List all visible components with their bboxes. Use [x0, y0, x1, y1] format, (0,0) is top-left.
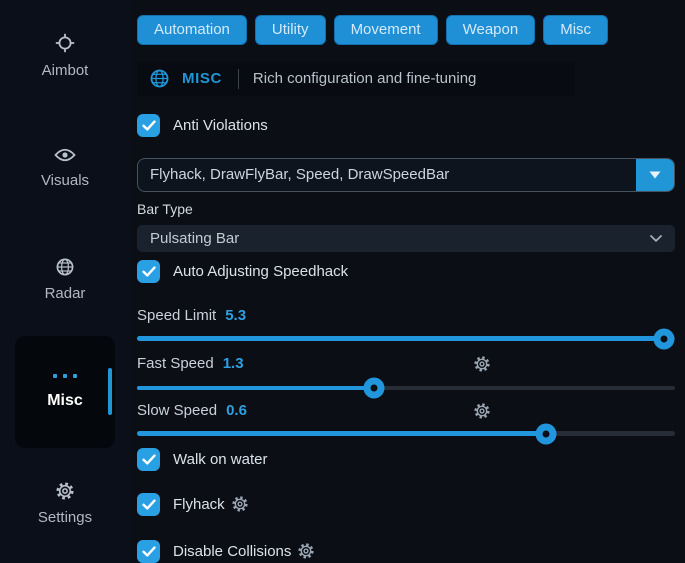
flyhack-gear-icon[interactable]	[232, 496, 248, 512]
check-icon	[142, 499, 156, 510]
sidebar-selected-card[interactable]: Misc	[15, 336, 115, 448]
tab-bar: Automation Utility Movement Weapon Misc	[137, 15, 675, 45]
slider-thumb[interactable]	[363, 378, 384, 399]
sidebar-item-label: Settings	[38, 509, 92, 526]
fast-speed-value: 1.3	[223, 355, 244, 372]
speed-limit-value: 5.3	[225, 307, 246, 324]
sidebar: Aimbot Visuals Radar Misc	[0, 0, 130, 563]
bar-flags-value: Flyhack, DrawFlyBar, Speed, DrawSpeedBar	[138, 159, 636, 192]
sidebar-item-settings[interactable]: Settings	[0, 448, 130, 560]
bar-type-label: Bar Type	[137, 201, 675, 217]
fast-speed-header: Fast Speed 1.3	[137, 355, 675, 372]
gear-icon	[56, 482, 74, 500]
tab-movement[interactable]: Movement	[334, 15, 438, 45]
sidebar-item-label: Aimbot	[42, 62, 89, 79]
check-icon	[142, 266, 156, 277]
anti-violations-row: Anti Violations	[137, 114, 675, 137]
bar-type-value: Pulsating Bar	[150, 230, 239, 247]
walk-on-water-checkbox[interactable]	[137, 448, 160, 471]
fast-speed-gear-icon[interactable]	[474, 356, 490, 372]
slider-thumb[interactable]	[535, 423, 556, 444]
disable-collisions-row: Disable Collisions	[137, 540, 675, 563]
disable-collisions-label: Disable Collisions	[173, 543, 291, 560]
flyhack-checkbox[interactable]	[137, 493, 160, 516]
slow-speed-value: 0.6	[226, 402, 247, 419]
slider-fill	[137, 336, 664, 341]
anti-violations-checkbox[interactable]	[137, 114, 160, 137]
app-window: Aimbot Visuals Radar Misc	[0, 0, 685, 563]
slider-thumb[interactable]	[654, 328, 675, 349]
tab-utility[interactable]: Utility	[255, 15, 326, 45]
ellipsis-icon	[53, 374, 77, 378]
globe-icon	[56, 258, 74, 276]
divider	[238, 69, 239, 89]
slider-fill	[137, 431, 546, 436]
sidebar-item-visuals[interactable]: Visuals	[0, 112, 130, 224]
fast-speed-label: Fast Speed	[137, 355, 214, 372]
walk-on-water-label: Walk on water	[173, 451, 267, 468]
auto-adjusting-speedhack-label: Auto Adjusting Speedhack	[173, 263, 348, 280]
eye-icon	[54, 147, 76, 163]
walk-on-water-row: Walk on water	[137, 448, 675, 471]
auto-adjusting-speedhack-checkbox[interactable]	[137, 260, 160, 283]
speed-limit-slider[interactable]	[137, 336, 675, 341]
tab-weapon[interactable]: Weapon	[446, 15, 536, 45]
section-subtitle: Rich configuration and fine-tuning	[253, 70, 476, 87]
triangle-down-icon	[649, 171, 661, 179]
tab-automation[interactable]: Automation	[137, 15, 247, 45]
speed-limit-header: Speed Limit 5.3	[137, 307, 675, 324]
sidebar-item-label: Visuals	[41, 172, 89, 189]
main-panel: Automation Utility Movement Weapon Misc …	[130, 0, 685, 563]
sidebar-item-misc[interactable]: Misc	[0, 336, 130, 448]
section-header: MISC Rich configuration and fine-tuning	[137, 62, 575, 96]
slow-speed-label: Slow Speed	[137, 402, 217, 419]
disable-collisions-gear-icon[interactable]	[298, 543, 314, 559]
sidebar-item-label: Radar	[45, 285, 86, 302]
section-title: MISC	[182, 70, 222, 87]
bar-type-select[interactable]: Pulsating Bar	[137, 225, 675, 252]
slider-fill	[137, 386, 374, 391]
anti-violations-label: Anti Violations	[173, 117, 268, 134]
bar-flags-dropdown-button[interactable]	[636, 159, 674, 192]
speed-limit-label: Speed Limit	[137, 307, 216, 324]
slow-speed-header: Slow Speed 0.6	[137, 402, 675, 419]
flyhack-label: Flyhack	[173, 496, 225, 513]
check-icon	[142, 546, 156, 557]
selected-indicator-bar	[108, 368, 112, 415]
fast-speed-slider[interactable]	[137, 386, 675, 391]
sidebar-item-aimbot[interactable]: Aimbot	[0, 0, 130, 112]
slow-speed-gear-icon[interactable]	[474, 403, 490, 419]
crosshair-icon	[55, 33, 75, 53]
chevron-down-icon	[650, 235, 662, 242]
flyhack-row: Flyhack	[137, 493, 675, 516]
sidebar-item-label: Misc	[47, 392, 83, 410]
sidebar-item-radar[interactable]: Radar	[0, 224, 130, 336]
auto-adjusting-speedhack-row: Auto Adjusting Speedhack	[137, 260, 675, 283]
check-icon	[142, 120, 156, 131]
bar-flags-select[interactable]: Flyhack, DrawFlyBar, Speed, DrawSpeedBar	[137, 158, 675, 193]
disable-collisions-checkbox[interactable]	[137, 540, 160, 563]
check-icon	[142, 454, 156, 465]
slow-speed-slider[interactable]	[137, 431, 675, 436]
tab-misc[interactable]: Misc	[543, 15, 608, 45]
globe-icon	[150, 69, 169, 88]
